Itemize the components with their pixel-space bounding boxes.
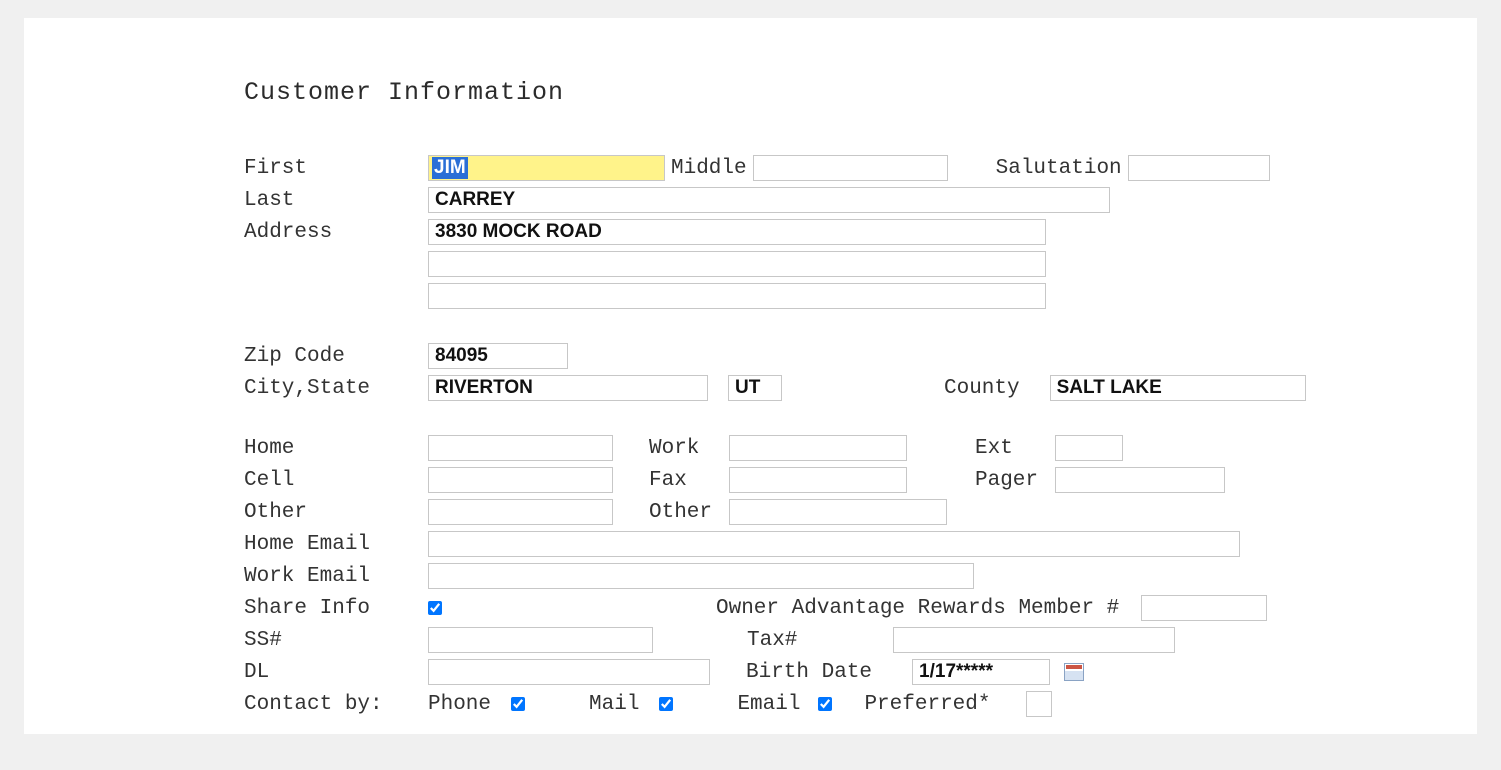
county-input[interactable] xyxy=(1050,375,1306,401)
work-input[interactable] xyxy=(729,435,907,461)
other-label: Other xyxy=(244,501,422,524)
address3-input[interactable] xyxy=(428,283,1046,309)
last-input[interactable] xyxy=(428,187,1110,213)
middle-label: Middle xyxy=(671,157,747,180)
citystate-label: City,State xyxy=(244,377,422,400)
middle-input[interactable] xyxy=(753,155,948,181)
zip-label: Zip Code xyxy=(244,345,422,368)
salutation-label: Salutation xyxy=(996,157,1122,180)
ext-input[interactable] xyxy=(1055,435,1123,461)
homeemail-label: Home Email xyxy=(244,533,422,556)
birthdate-input[interactable] xyxy=(912,659,1050,685)
first-label: First xyxy=(244,157,422,180)
zip-input[interactable] xyxy=(428,343,568,369)
taxn-label: Tax# xyxy=(747,629,797,652)
ssn-input[interactable] xyxy=(428,627,653,653)
other2-label: Other xyxy=(649,501,723,524)
home-label: Home xyxy=(244,437,422,460)
contact-phone-checkbox[interactable] xyxy=(511,697,525,711)
dl-label: DL xyxy=(244,661,422,684)
address-label: Address xyxy=(244,221,422,244)
last-label: Last xyxy=(244,189,422,212)
contact-mail-label: Mail xyxy=(589,693,639,716)
pager-label: Pager xyxy=(975,469,1049,492)
state-input[interactable] xyxy=(728,375,782,401)
contact-email-label: Email xyxy=(737,693,800,716)
preferred-label[interactable]: Preferred* xyxy=(864,693,990,716)
shareinfo-checkbox[interactable] xyxy=(428,601,442,615)
taxn-input[interactable] xyxy=(893,627,1175,653)
city-input[interactable] xyxy=(428,375,708,401)
ext-label: Ext xyxy=(975,437,1049,460)
county-label: County xyxy=(944,377,1020,400)
contact-email-checkbox[interactable] xyxy=(818,697,832,711)
oarm-label: Owner Advantage Rewards Member # xyxy=(716,597,1119,620)
page-title: Customer Information xyxy=(244,78,1437,107)
home-input[interactable] xyxy=(428,435,613,461)
oarm-input[interactable] xyxy=(1141,595,1267,621)
first-input[interactable] xyxy=(428,155,665,181)
shareinfo-label: Share Info xyxy=(244,597,422,620)
cell-label: Cell xyxy=(244,469,422,492)
contactby-label: Contact by: xyxy=(244,693,422,716)
fax-input[interactable] xyxy=(729,467,907,493)
homeemail-input[interactable] xyxy=(428,531,1240,557)
contact-mail-checkbox[interactable] xyxy=(659,697,673,711)
workemail-input[interactable] xyxy=(428,563,974,589)
work-label: Work xyxy=(649,437,723,460)
pager-input[interactable] xyxy=(1055,467,1225,493)
dl-input[interactable] xyxy=(428,659,710,685)
birthdate-label: Birth Date xyxy=(746,661,872,684)
ssn-label: SS# xyxy=(244,629,422,652)
address1-input[interactable] xyxy=(428,219,1046,245)
other-input[interactable] xyxy=(428,499,613,525)
fax-label: Fax xyxy=(649,469,723,492)
other2-input[interactable] xyxy=(729,499,947,525)
calendar-icon[interactable] xyxy=(1064,663,1084,681)
workemail-label: Work Email xyxy=(244,565,422,588)
preferred-input[interactable] xyxy=(1026,691,1052,717)
salutation-input[interactable] xyxy=(1128,155,1270,181)
cell-input[interactable] xyxy=(428,467,613,493)
address2-input[interactable] xyxy=(428,251,1046,277)
contact-phone-label: Phone xyxy=(428,693,491,716)
